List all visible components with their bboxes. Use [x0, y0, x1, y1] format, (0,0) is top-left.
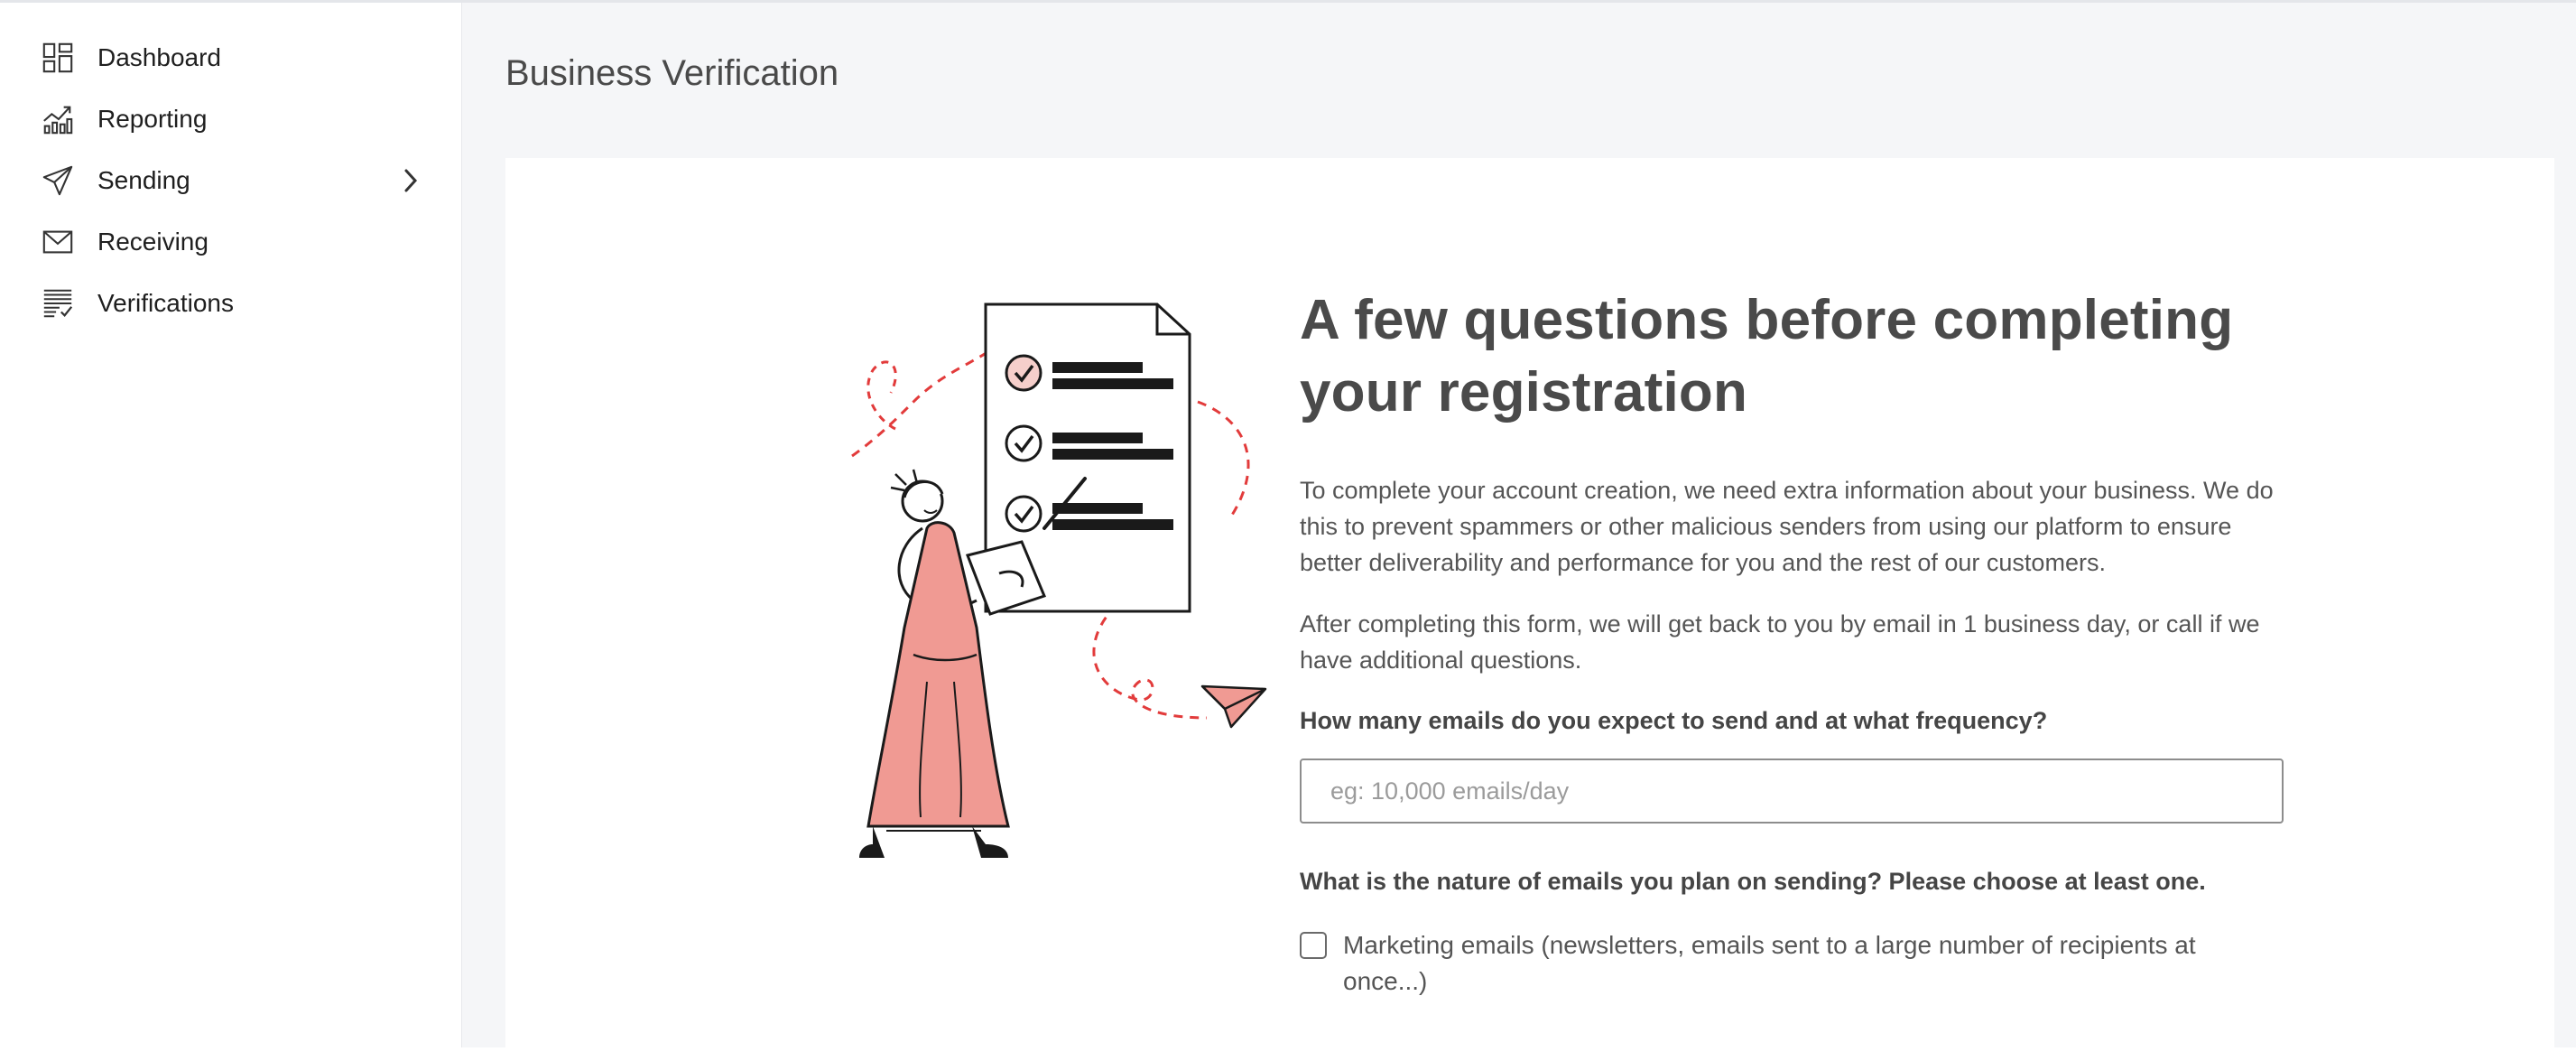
paper-plane-icon: [40, 163, 76, 199]
sidebar-item-label: Dashboard: [97, 43, 221, 71]
email-volume-label: How many emails do you expect to send an…: [1300, 707, 2048, 734]
reporting-chart-icon: [40, 101, 76, 137]
main-area: Business Verification A few questions be…: [462, 3, 2576, 1061]
checklist-illustration: [841, 284, 1293, 898]
sidebar: Dashboard Reporting Sending Receiving Ve…: [0, 3, 462, 1047]
intro-paragraph-2: After completing this form, we will get …: [1300, 610, 2260, 674]
sidebar-item-reporting[interactable]: Reporting: [0, 92, 462, 146]
option-marketing-emails[interactable]: Marketing emails (newsletters, emails se…: [1300, 927, 2293, 1000]
sidebar-item-label: Sending: [97, 166, 190, 194]
envelope-icon: [40, 224, 76, 260]
sidebar-item-verifications[interactable]: Verifications: [0, 276, 462, 330]
marketing-emails-checkbox[interactable]: [1300, 932, 1327, 959]
verification-card: A few questions before completing your r…: [505, 158, 2554, 1061]
sidebar-item-label: Reporting: [97, 105, 208, 133]
sidebar-item-receiving[interactable]: Receiving: [0, 215, 462, 269]
page-title: Business Verification: [505, 53, 839, 93]
email-volume-input[interactable]: [1300, 759, 2284, 824]
chevron-right-icon[interactable]: [401, 163, 424, 199]
email-nature-label: What is the nature of emails you plan on…: [1300, 868, 2206, 895]
sidebar-item-dashboard[interactable]: Dashboard: [0, 31, 462, 85]
sidebar-item-label: Verifications: [97, 289, 234, 317]
sidebar-item-label: Receiving: [97, 228, 208, 256]
dashboard-icon: [40, 40, 76, 76]
sidebar-item-sending[interactable]: Sending: [0, 154, 462, 208]
intro-paragraph-1: To complete your account creation, we ne…: [1300, 477, 2274, 576]
verifications-list-icon: [40, 285, 76, 321]
marketing-emails-label: Marketing emails (newsletters, emails se…: [1343, 931, 2196, 995]
form-headline: A few questions before completing your r…: [1300, 289, 2234, 423]
form-content: A few questions before completing your r…: [1300, 284, 2293, 995]
